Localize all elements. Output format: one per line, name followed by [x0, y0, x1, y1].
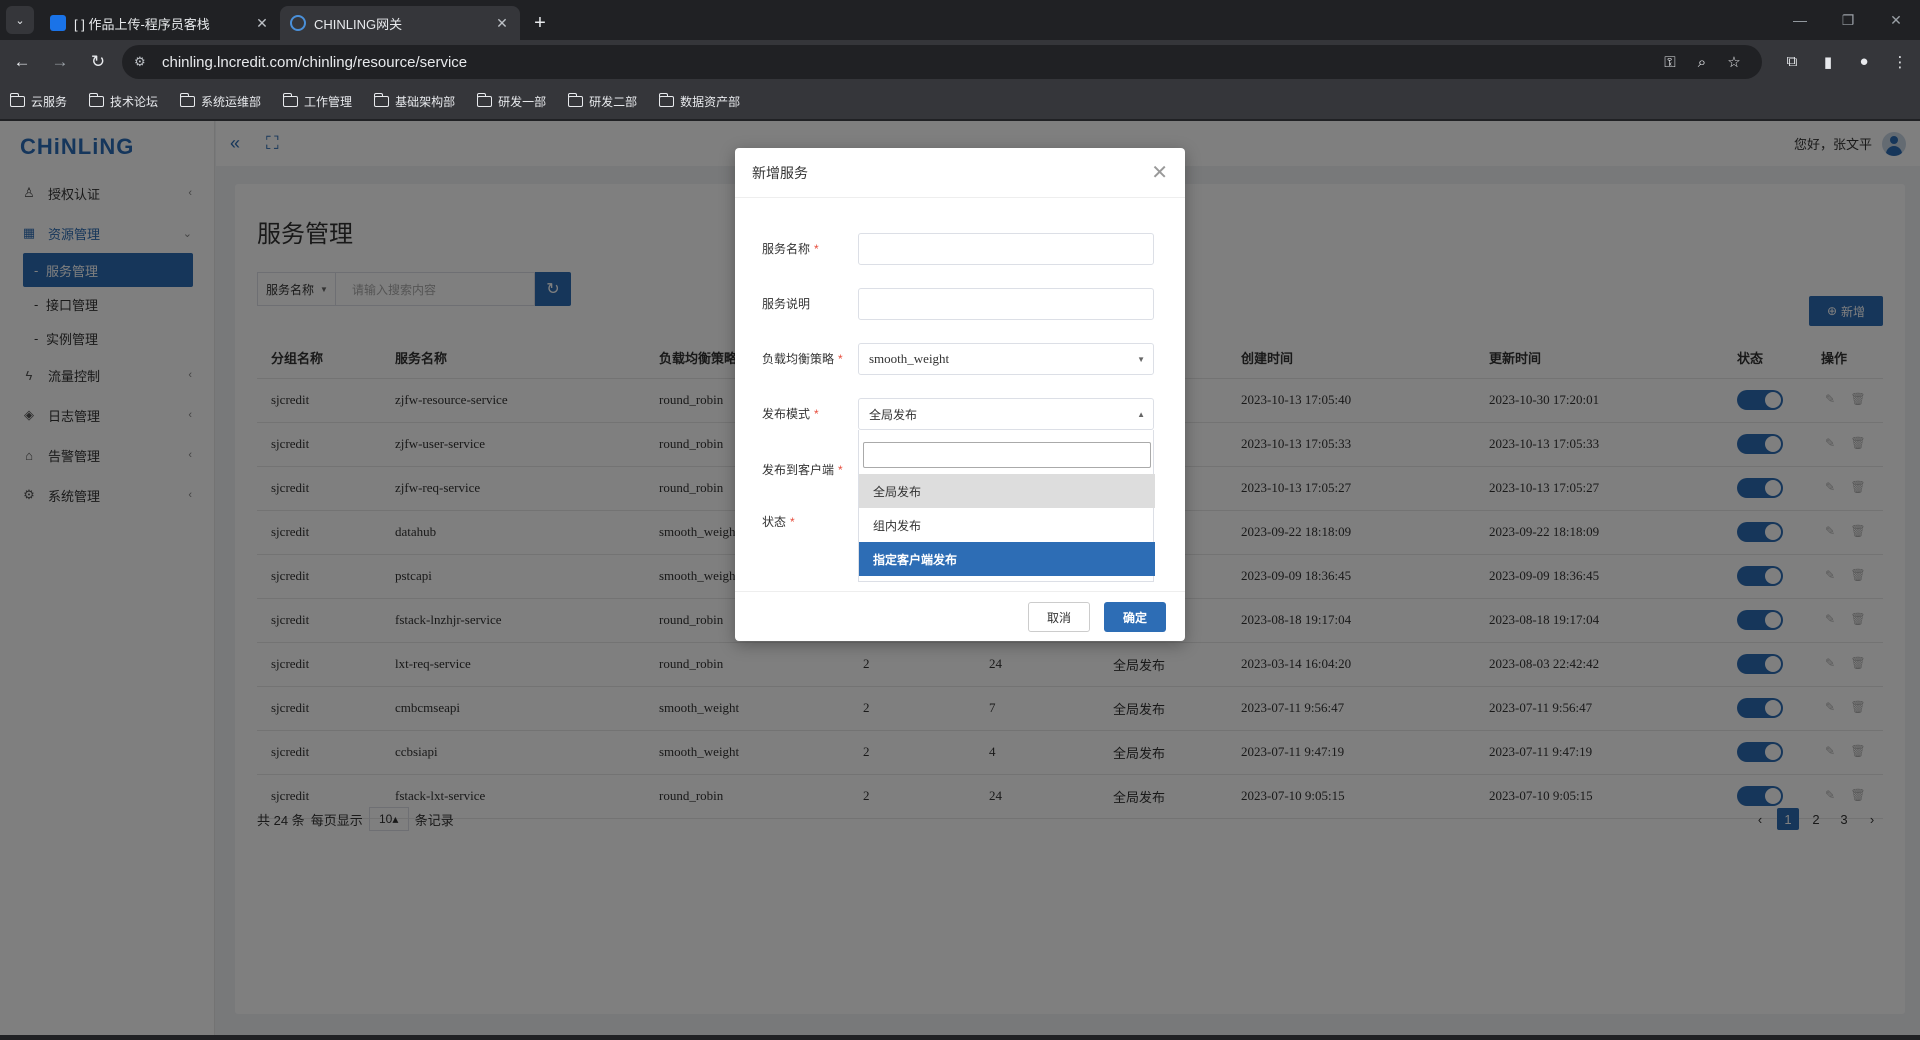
- service-desc-label: 服务说明: [762, 295, 810, 312]
- label-text: 发布模式: [762, 407, 811, 421]
- required-mark: *: [814, 241, 819, 256]
- caret-up-icon: ▲: [1137, 409, 1145, 419]
- folder-icon: [476, 93, 493, 107]
- browser-tab-1[interactable]: [ ] 作品上传-程序员客栈 ✕: [40, 6, 280, 40]
- service-desc-input[interactable]: [858, 288, 1154, 320]
- bookmarks-bar: 云服务 技术论坛 系统运维部 工作管理 基础架构部 研发一部 研发二部 数据资产…: [0, 84, 1920, 120]
- publish-mode-select[interactable]: 全局发布 ▲: [858, 398, 1154, 430]
- lb-strategy-label: 负载均衡策略 *: [762, 350, 843, 367]
- key-icon[interactable]: ⚿: [1654, 54, 1686, 71]
- bookmark-label: 基础架构部: [395, 95, 456, 109]
- site-info-icon[interactable]: ⚙: [134, 54, 156, 70]
- taskbar-strip: [0, 1035, 1920, 1040]
- required-mark: *: [838, 462, 843, 477]
- minimize-icon[interactable]: —: [1776, 0, 1824, 40]
- bookmark-label: 系统运维部: [201, 95, 262, 109]
- dropdown-search-input[interactable]: [863, 442, 1151, 468]
- cancel-button[interactable]: 取消: [1028, 602, 1090, 632]
- label-text: 状态: [762, 515, 787, 529]
- more-menu-icon[interactable]: ⋮: [1882, 53, 1918, 71]
- bookmark-label: 数据资产部: [680, 95, 741, 109]
- tab-favicon-icon: [290, 15, 306, 31]
- bookmark-folder[interactable]: 技术论坛: [88, 93, 159, 110]
- folder-icon: [9, 93, 25, 107]
- bookmark-folder[interactable]: 基础架构部: [373, 93, 456, 110]
- restore-icon[interactable]: ❐: [1824, 0, 1872, 40]
- required-mark: *: [838, 351, 843, 366]
- select-value: smooth_weight: [869, 351, 950, 366]
- required-mark: *: [814, 406, 819, 421]
- publish-mode-dropdown: 全局发布 组内发布 指定客户端发布: [858, 430, 1155, 582]
- close-icon[interactable]: ✕: [1151, 160, 1168, 185]
- publish-client-label: 发布到客户端 *: [762, 461, 843, 478]
- browser-tab-2[interactable]: CHINLING网关 ✕: [280, 6, 520, 40]
- select-value: 全局发布: [869, 407, 918, 422]
- bookmark-label: 技术论坛: [110, 95, 159, 109]
- folder-icon: [373, 93, 390, 107]
- tab-title: [ ] 作品上传-程序员客栈: [74, 16, 210, 32]
- bookmark-label: 研发一部: [498, 95, 547, 109]
- address-bar: ← → ↻ ⚙ chinling.lncredit.com/chinling/r…: [0, 40, 1920, 84]
- back-icon[interactable]: ←: [6, 46, 38, 78]
- dialog-title: 新增服务: [752, 164, 808, 181]
- folder-icon: [179, 93, 196, 107]
- option-client-publish[interactable]: 指定客户端发布: [859, 542, 1155, 576]
- zoom-icon[interactable]: ⌕: [1686, 54, 1718, 71]
- label-text: 服务名称: [762, 242, 811, 256]
- tab-search-button[interactable]: ⌄: [6, 6, 34, 34]
- bookmark-folder[interactable]: 云服务: [9, 93, 68, 110]
- dialog-header: 新增服务 ✕: [735, 148, 1185, 198]
- bookmark-folder[interactable]: 研发二部: [567, 93, 638, 110]
- url-text: chinling.lncredit.com/chinling/resource/…: [162, 53, 468, 71]
- caret-down-icon: ▼: [1137, 354, 1145, 364]
- add-service-dialog: 新增服务 ✕ 服务名称 * 服务说明 负载均衡策略 * smooth_weight ▼…: [735, 148, 1185, 641]
- option-global-publish[interactable]: 全局发布: [859, 474, 1155, 508]
- folder-icon: [282, 93, 299, 107]
- bookmark-folder[interactable]: 数据资产部: [658, 93, 741, 110]
- label-text: 负载均衡策略: [762, 352, 835, 366]
- close-tab-icon[interactable]: ✕: [494, 15, 510, 32]
- folder-icon: [658, 93, 675, 107]
- close-window-icon[interactable]: ✕: [1872, 0, 1920, 40]
- reload-icon[interactable]: ↻: [82, 46, 114, 78]
- label-text: 服务说明: [762, 297, 811, 311]
- required-mark: *: [790, 514, 795, 529]
- new-tab-button[interactable]: +: [526, 9, 554, 37]
- url-input[interactable]: ⚙ chinling.lncredit.com/chinling/resourc…: [122, 45, 1762, 79]
- profile-icon[interactable]: ●: [1846, 53, 1882, 71]
- service-name-label: 服务名称 *: [762, 240, 819, 257]
- option-group-publish[interactable]: 组内发布: [859, 508, 1155, 542]
- browser-tab-strip: ⌄ [ ] 作品上传-程序员客栈 ✕ CHINLING网关 ✕ + — ❐ ✕: [0, 0, 1920, 40]
- folder-icon: [567, 93, 584, 107]
- service-name-input[interactable]: [858, 233, 1154, 265]
- publish-mode-label: 发布模式 *: [762, 405, 819, 422]
- bookmark-label: 云服务: [31, 95, 68, 109]
- extensions-icon[interactable]: ⧉: [1774, 53, 1810, 71]
- close-tab-icon[interactable]: ✕: [254, 15, 270, 32]
- folder-icon: [88, 93, 105, 107]
- bookmark-label: 研发二部: [589, 95, 638, 109]
- bookmark-folder[interactable]: 系统运维部: [179, 93, 262, 110]
- tab-favicon-icon: [50, 15, 66, 31]
- bookmark-folder[interactable]: 研发一部: [476, 93, 547, 110]
- sidepanel-icon[interactable]: ▮: [1810, 53, 1846, 71]
- bookmark-star-icon[interactable]: ☆: [1718, 53, 1750, 71]
- dialog-footer: 取消 确定: [735, 591, 1185, 641]
- status-label: 状态 *: [762, 513, 795, 530]
- forward-icon[interactable]: →: [44, 46, 76, 78]
- bookmark-folder[interactable]: 工作管理: [282, 93, 353, 110]
- window-controls: — ❐ ✕: [1776, 0, 1920, 40]
- bookmark-label: 工作管理: [304, 95, 353, 109]
- lb-strategy-select[interactable]: smooth_weight ▼: [858, 343, 1154, 375]
- label-text: 发布到客户端: [762, 463, 835, 477]
- tab-title: CHINLING网关: [314, 16, 403, 32]
- confirm-button[interactable]: 确定: [1104, 602, 1166, 632]
